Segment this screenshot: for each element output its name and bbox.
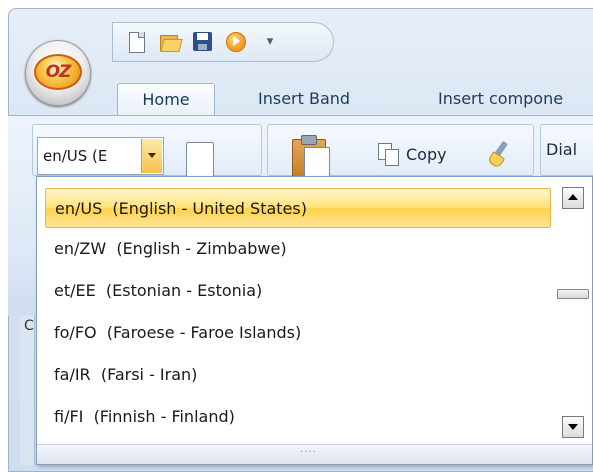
new-document-icon[interactable] — [126, 31, 148, 53]
list-item[interactable]: en/ZW (English - Zimbabwe) — [45, 229, 551, 269]
list-item[interactable]: fo/FO (Faroese - Faroe Islands) — [45, 313, 551, 353]
open-folder-icon[interactable] — [159, 31, 183, 53]
scroll-thumb[interactable] — [557, 289, 589, 299]
locale-dropdown-list[interactable]: en/US (English - United States) en/ZW (E… — [36, 176, 593, 465]
scroll-down-arrow-icon[interactable] — [562, 416, 584, 438]
format-painter-icon[interactable] — [486, 140, 514, 169]
save-icon[interactable] — [192, 31, 214, 53]
scroll-up-arrow-icon[interactable] — [562, 187, 584, 209]
resize-grip[interactable]: ···· — [37, 444, 592, 464]
copy-label: Copy — [406, 144, 447, 164]
list-item[interactable]: en/US (English - United States) — [45, 188, 551, 228]
grip-dots-icon: ···· — [300, 447, 317, 458]
side-panel-label: C — [24, 318, 34, 334]
tab-insert-component[interactable]: Insert compone — [438, 83, 563, 115]
run-icon[interactable] — [225, 31, 247, 53]
quick-access-toolbar: ▾ — [112, 22, 334, 62]
list-item[interactable]: fi/FI (Finnish - Finland) — [45, 397, 551, 437]
tab-home[interactable]: Home — [117, 83, 215, 116]
dropdown-arrow-icon[interactable] — [141, 139, 162, 173]
copy-button[interactable]: Copy — [378, 140, 447, 168]
list-item[interactable]: et/EE (Estonian - Estonia) — [45, 271, 551, 311]
vertical-scrollbar[interactable] — [555, 179, 591, 442]
locale-combobox-value: en/US (E — [43, 147, 108, 165]
dialog-button-label[interactable]: Dial — [546, 140, 577, 159]
application-menu-button[interactable]: OZ — [25, 40, 91, 106]
paste-icon[interactable] — [292, 133, 332, 177]
customize-toolbar-icon[interactable]: ▾ — [263, 32, 277, 52]
list-item[interactable]: fa/IR (Farsi - Iran) — [45, 355, 551, 395]
tab-insert-band[interactable]: Insert Band — [258, 83, 350, 115]
side-panel — [20, 315, 35, 465]
oz-logo: OZ — [34, 54, 82, 90]
document-icon[interactable] — [182, 140, 214, 178]
locale-combobox[interactable]: en/US (E — [37, 137, 164, 175]
copy-icon — [378, 143, 400, 166]
